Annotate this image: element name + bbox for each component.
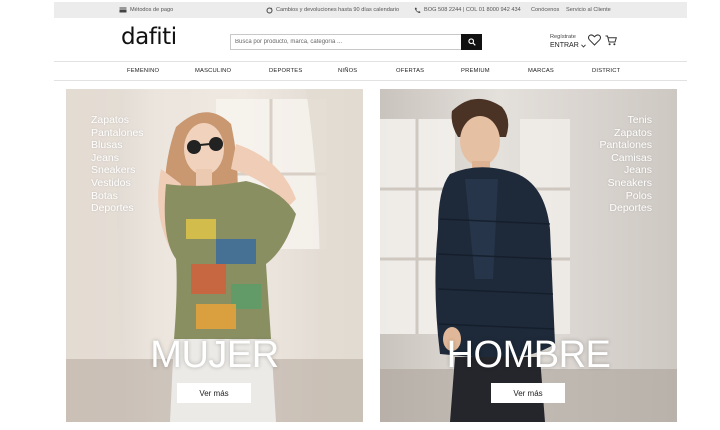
chevron-down-icon: [580, 43, 586, 48]
about-link[interactable]: Conócenos: [531, 2, 559, 18]
nav-item-premium[interactable]: PREMIUM: [461, 62, 490, 80]
dafiti-logo[interactable]: dafiti: [121, 24, 177, 50]
nav-item-ninos[interactable]: NIÑOS: [338, 62, 357, 80]
category-link[interactable]: Zapatos: [91, 114, 144, 127]
login-label: ENTRAR: [550, 42, 579, 49]
returns-link[interactable]: Cambios y devoluciones hasta 90 días cal…: [266, 2, 399, 18]
site-header: dafiti Regístrate ENTRAR: [54, 18, 687, 60]
category-link[interactable]: Sneakers: [599, 177, 652, 190]
category-link[interactable]: Deportes: [599, 202, 652, 215]
mujer-category-list: Zapatos Pantalones Blusas Jeans Sneakers…: [91, 114, 144, 215]
nav-item-masculino[interactable]: MASCULINO: [195, 62, 231, 80]
nav-item-ofertas[interactable]: OFERTAS: [396, 62, 424, 80]
hero-title-mujer: MUJER: [150, 334, 279, 376]
phone-numbers: BOG 508 2244 | COL 01 8000 942 434: [424, 7, 521, 13]
payment-methods-link[interactable]: Métodos de pago: [119, 2, 173, 18]
wishlist-heart-icon[interactable]: [588, 34, 601, 46]
category-link[interactable]: Sneakers: [91, 164, 144, 177]
nav-item-deportes[interactable]: DEPORTES: [269, 62, 302, 80]
category-link[interactable]: Tenis: [599, 114, 652, 127]
main-navigation: FEMENINO MASCULINO DEPORTES NIÑOS OFERTA…: [54, 61, 687, 81]
category-link[interactable]: Pantalones: [599, 139, 652, 152]
customer-service-link[interactable]: Servicio al Cliente: [566, 2, 611, 18]
ver-mas-mujer-button[interactable]: Ver más: [177, 383, 251, 403]
nav-item-district[interactable]: DISTRICT: [592, 62, 620, 80]
returns-label: Cambios y devoluciones hasta 90 días cal…: [276, 7, 400, 13]
search-input[interactable]: [231, 35, 461, 49]
category-link[interactable]: Zapatos: [599, 127, 652, 140]
search-icon: [467, 38, 476, 46]
category-link[interactable]: Jeans: [91, 152, 144, 165]
search-bar: [230, 34, 482, 50]
category-link[interactable]: Jeans: [599, 164, 652, 177]
credit-card-icon: [119, 7, 127, 13]
search-button[interactable]: [461, 34, 482, 50]
hero-title-hombre: HOMBRE: [446, 334, 611, 376]
nav-item-femenino[interactable]: FEMENINO: [127, 62, 159, 80]
hombre-category-list: Tenis Zapatos Pantalones Camisas Jeans S…: [599, 114, 652, 215]
category-link[interactable]: Deportes: [91, 202, 144, 215]
refresh-icon: [266, 7, 273, 13]
category-link[interactable]: Blusas: [91, 139, 144, 152]
nav-item-marcas[interactable]: MARCAS: [528, 62, 554, 80]
ver-mas-hombre-button[interactable]: Ver más: [491, 383, 565, 403]
hero-banner-mujer[interactable]: Zapatos Pantalones Blusas Jeans Sneakers…: [66, 89, 363, 422]
register-label: Regístrate: [550, 34, 576, 40]
shopping-cart-icon[interactable]: [605, 35, 617, 46]
account-menu[interactable]: Regístrate ENTRAR: [550, 34, 588, 50]
phone-info: BOG 508 2244 | COL 01 8000 942 434: [414, 2, 521, 18]
about-label: Conócenos: [531, 7, 560, 13]
category-link[interactable]: Camisas: [599, 152, 652, 165]
customer-service-label: Servicio al Cliente: [566, 7, 611, 13]
category-link[interactable]: Botas: [91, 190, 144, 203]
hero-banner-hombre[interactable]: Tenis Zapatos Pantalones Camisas Jeans S…: [380, 89, 677, 422]
category-link[interactable]: Polos: [599, 190, 652, 203]
payment-methods-label: Métodos de pago: [130, 7, 174, 13]
category-link[interactable]: Pantalones: [91, 127, 144, 140]
category-link[interactable]: Vestidos: [91, 177, 144, 190]
top-utility-bar: Métodos de pago Cambios y devoluciones h…: [54, 2, 687, 18]
phone-icon: [414, 7, 421, 13]
